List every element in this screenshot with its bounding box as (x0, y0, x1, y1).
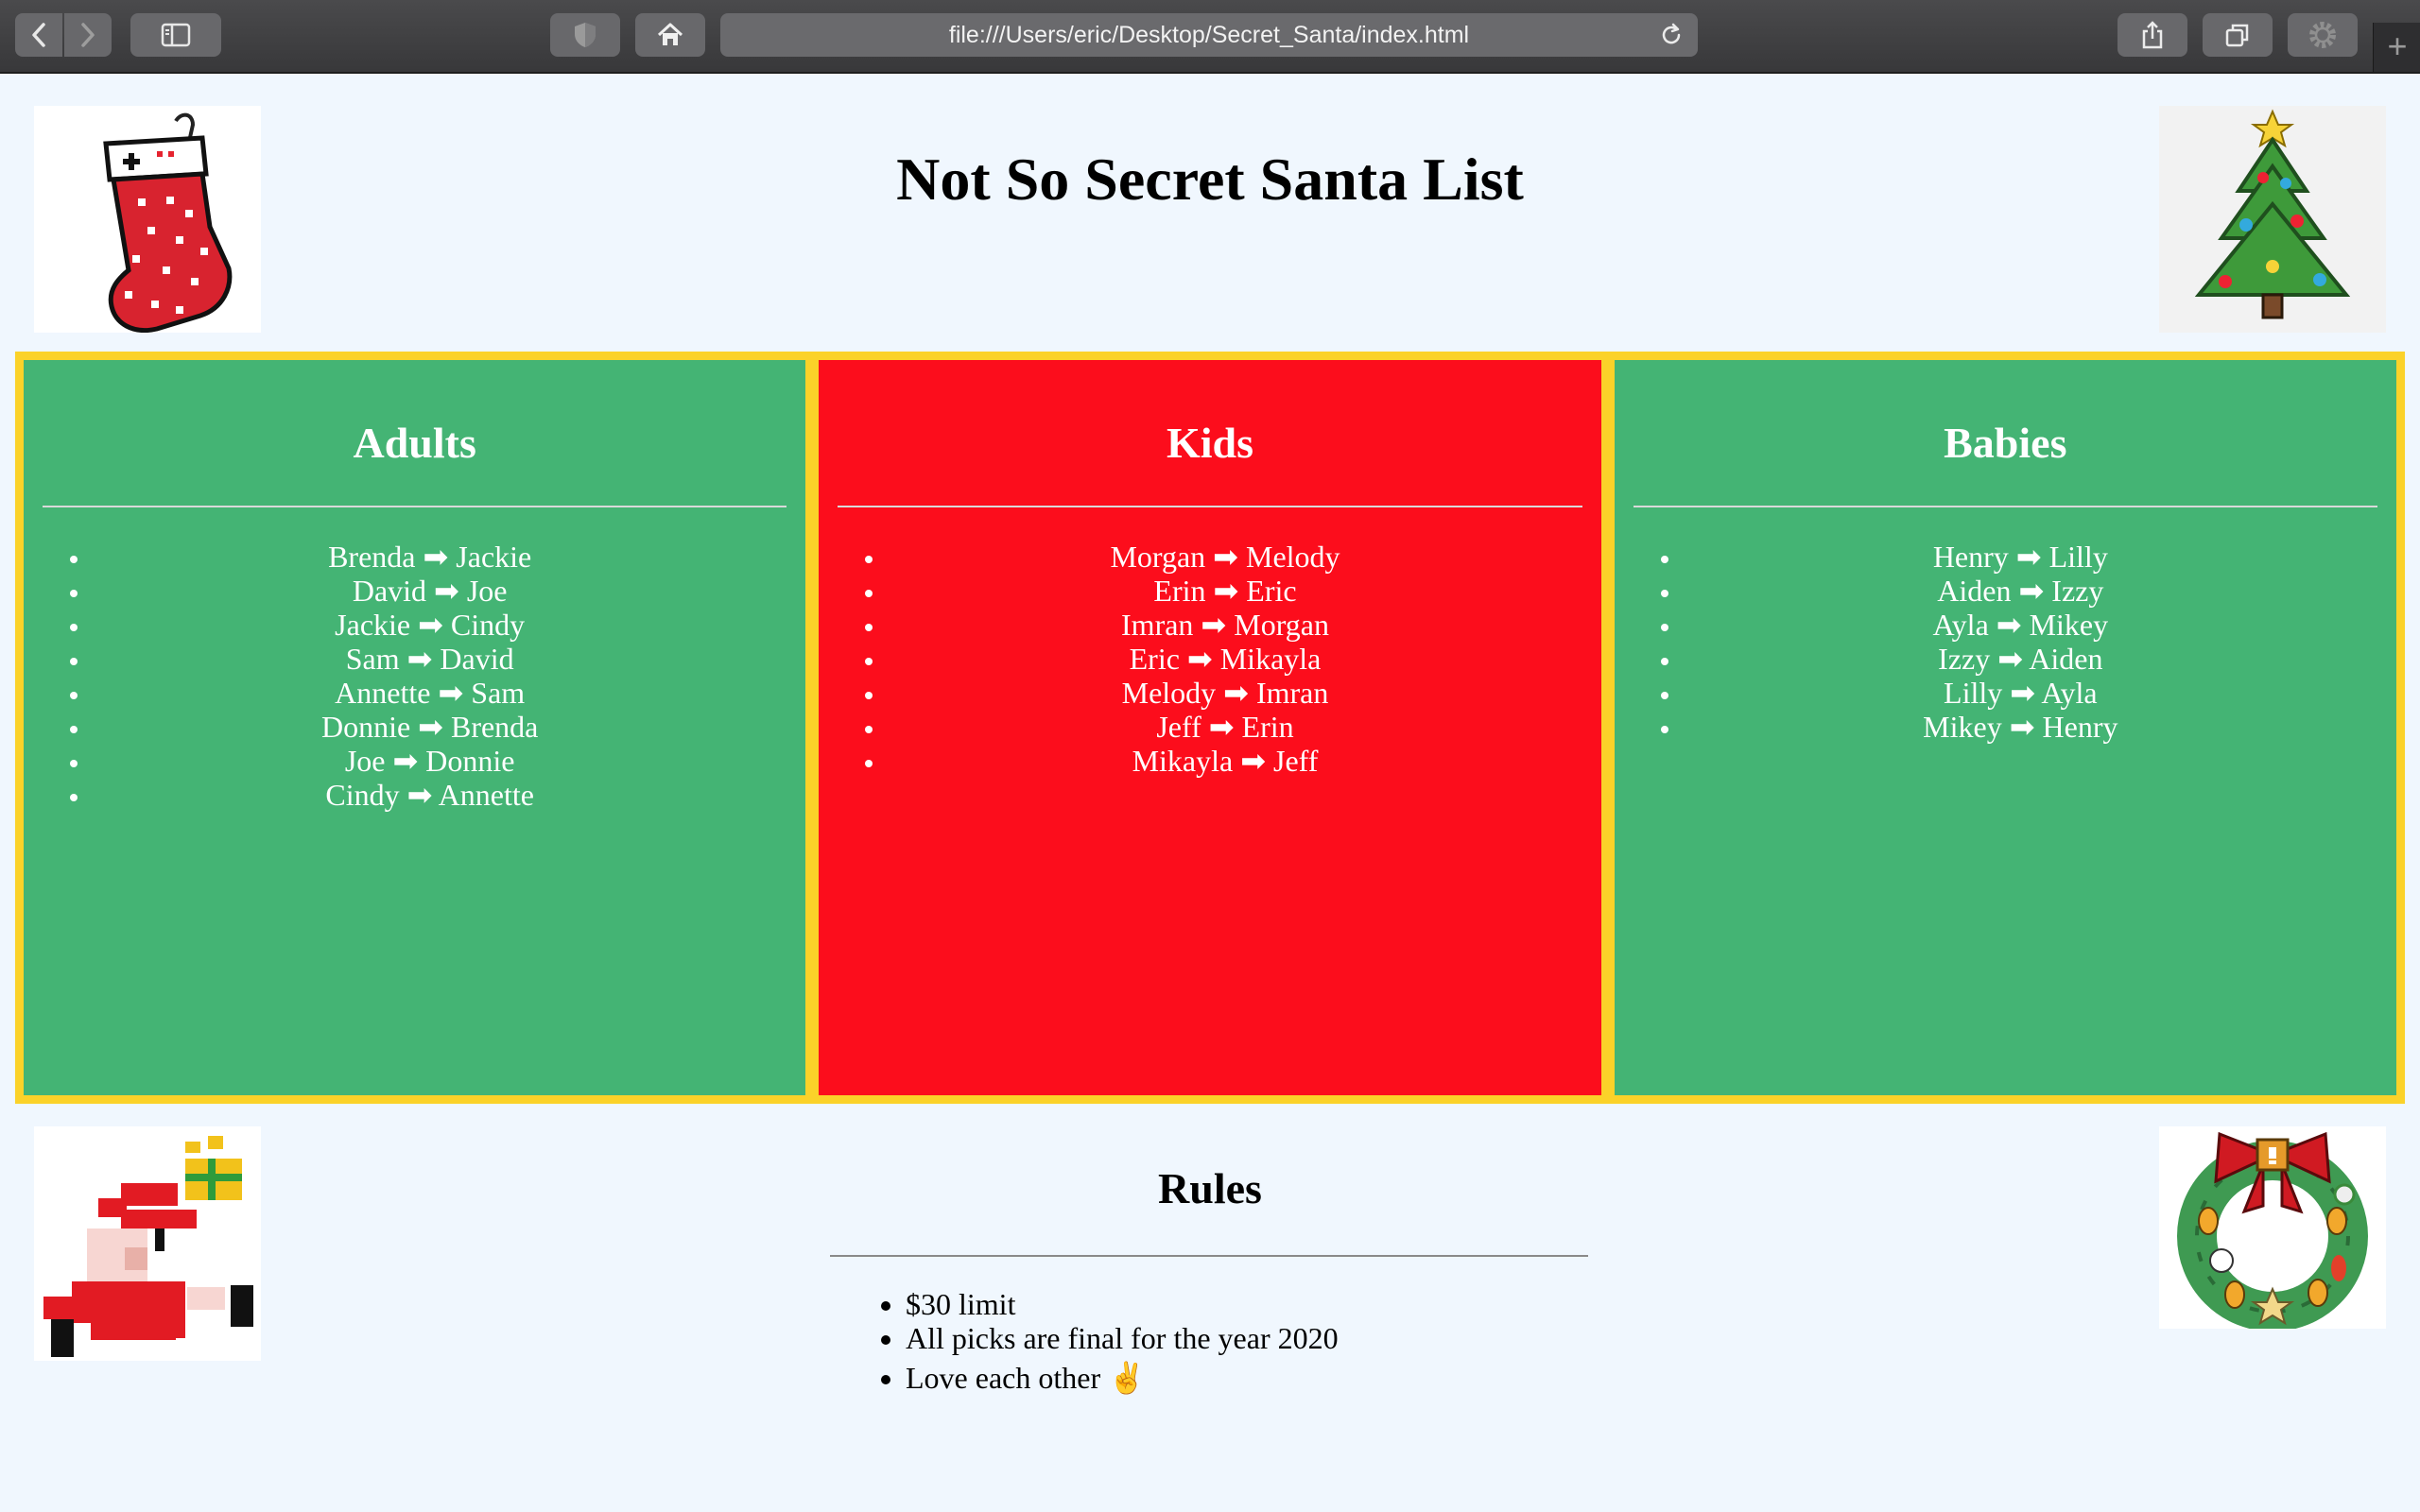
shield-icon (575, 23, 596, 47)
stocking-icon (34, 106, 261, 333)
divider (1633, 506, 2377, 507)
panel-heading: Babies (1944, 419, 2067, 467)
list-item: Izzy ➡ Aiden (1683, 642, 2396, 676)
sidebar-icon (161, 23, 191, 47)
list-item: $30 limit (906, 1287, 1339, 1321)
list-item: Joe ➡ Donnie (92, 744, 805, 778)
list-item: Lilly ➡ Ayla (1683, 676, 2396, 710)
forward-button[interactable] (64, 13, 112, 57)
new-tab-button[interactable]: + (2373, 23, 2420, 72)
settings-button[interactable] (2288, 13, 2358, 57)
list-item: Eric ➡ Mikayla (887, 642, 1600, 676)
divider (830, 1255, 1588, 1257)
gear-icon (2309, 22, 2336, 48)
list-item: Jackie ➡ Cindy (92, 608, 805, 642)
url-text: file:///Users/eric/Desktop/Secret_Santa/… (948, 22, 1470, 48)
babies-panel: Babies Henry ➡ Lilly Aiden ➡ Izzy Ayla ➡… (1614, 360, 2396, 1095)
list-item: Mikayla ➡ Jeff (887, 744, 1600, 778)
chevron-left-icon (32, 23, 45, 47)
panel-heading: Kids (1166, 419, 1254, 467)
pair-list: Morgan ➡ Melody Erin ➡ Eric Imran ➡ Morg… (819, 540, 1600, 778)
list-item: Imran ➡ Morgan (887, 608, 1600, 642)
list-item: Jeff ➡ Erin (887, 710, 1600, 744)
list-item: Love each other ✌ (906, 1355, 1339, 1400)
list-item: All picks are final for the year 2020 (906, 1321, 1339, 1355)
list-item: Brenda ➡ Jackie (92, 540, 805, 574)
share-icon (2142, 21, 2163, 49)
list-item: Mikey ➡ Henry (1683, 710, 2396, 744)
list-item: Erin ➡ Eric (887, 574, 1600, 608)
adults-panel: Adults Brenda ➡ Jackie David ➡ Joe Jacki… (24, 360, 806, 1095)
list-item: Morgan ➡ Melody (887, 540, 1600, 574)
page-title: Not So Secret Santa List (896, 146, 1524, 213)
divider (838, 506, 1582, 507)
list-item: Sam ➡ David (92, 642, 805, 676)
sidebar-button[interactable] (130, 13, 221, 57)
list-item: Aiden ➡ Izzy (1683, 574, 2396, 608)
browser-toolbar: file:///Users/eric/Desktop/Secret_Santa/… (0, 0, 2420, 74)
pairings-panels: Adults Brenda ➡ Jackie David ➡ Joe Jacki… (15, 352, 2405, 1104)
christmas-tree-icon (2159, 106, 2386, 333)
rules-heading: Rules (1158, 1164, 1262, 1212)
tabs-overview-button[interactable] (2203, 13, 2273, 57)
divider (43, 506, 787, 507)
chevron-right-icon (81, 23, 95, 47)
list-item: Melody ➡ Imran (887, 676, 1600, 710)
home-button[interactable] (635, 13, 705, 57)
home-icon (657, 23, 683, 45)
back-button[interactable] (15, 13, 62, 57)
address-bar[interactable]: file:///Users/eric/Desktop/Secret_Santa/… (720, 13, 1698, 57)
privacy-button[interactable] (550, 13, 620, 57)
rules-list: $30 limit All picks are final for the ye… (830, 1287, 1339, 1400)
wreath-icon (2159, 1126, 2386, 1332)
kids-panel: Kids Morgan ➡ Melody Erin ➡ Eric Imran ➡… (819, 360, 1601, 1095)
list-item: David ➡ Joe (92, 574, 805, 608)
list-item: Ayla ➡ Mikey (1683, 608, 2396, 642)
list-item: Cindy ➡ Annette (92, 778, 805, 812)
reload-icon[interactable] (1658, 22, 1685, 48)
pair-list: Henry ➡ Lilly Aiden ➡ Izzy Ayla ➡ Mikey … (1615, 540, 2396, 744)
share-button[interactable] (2118, 13, 2187, 57)
pair-list: Brenda ➡ Jackie David ➡ Joe Jackie ➡ Cin… (24, 540, 805, 812)
panel-heading: Adults (353, 419, 476, 467)
list-item: Henry ➡ Lilly (1683, 540, 2396, 574)
list-item: Donnie ➡ Brenda (92, 710, 805, 744)
tabs-icon (2225, 24, 2249, 47)
list-item: Annette ➡ Sam (92, 676, 805, 710)
